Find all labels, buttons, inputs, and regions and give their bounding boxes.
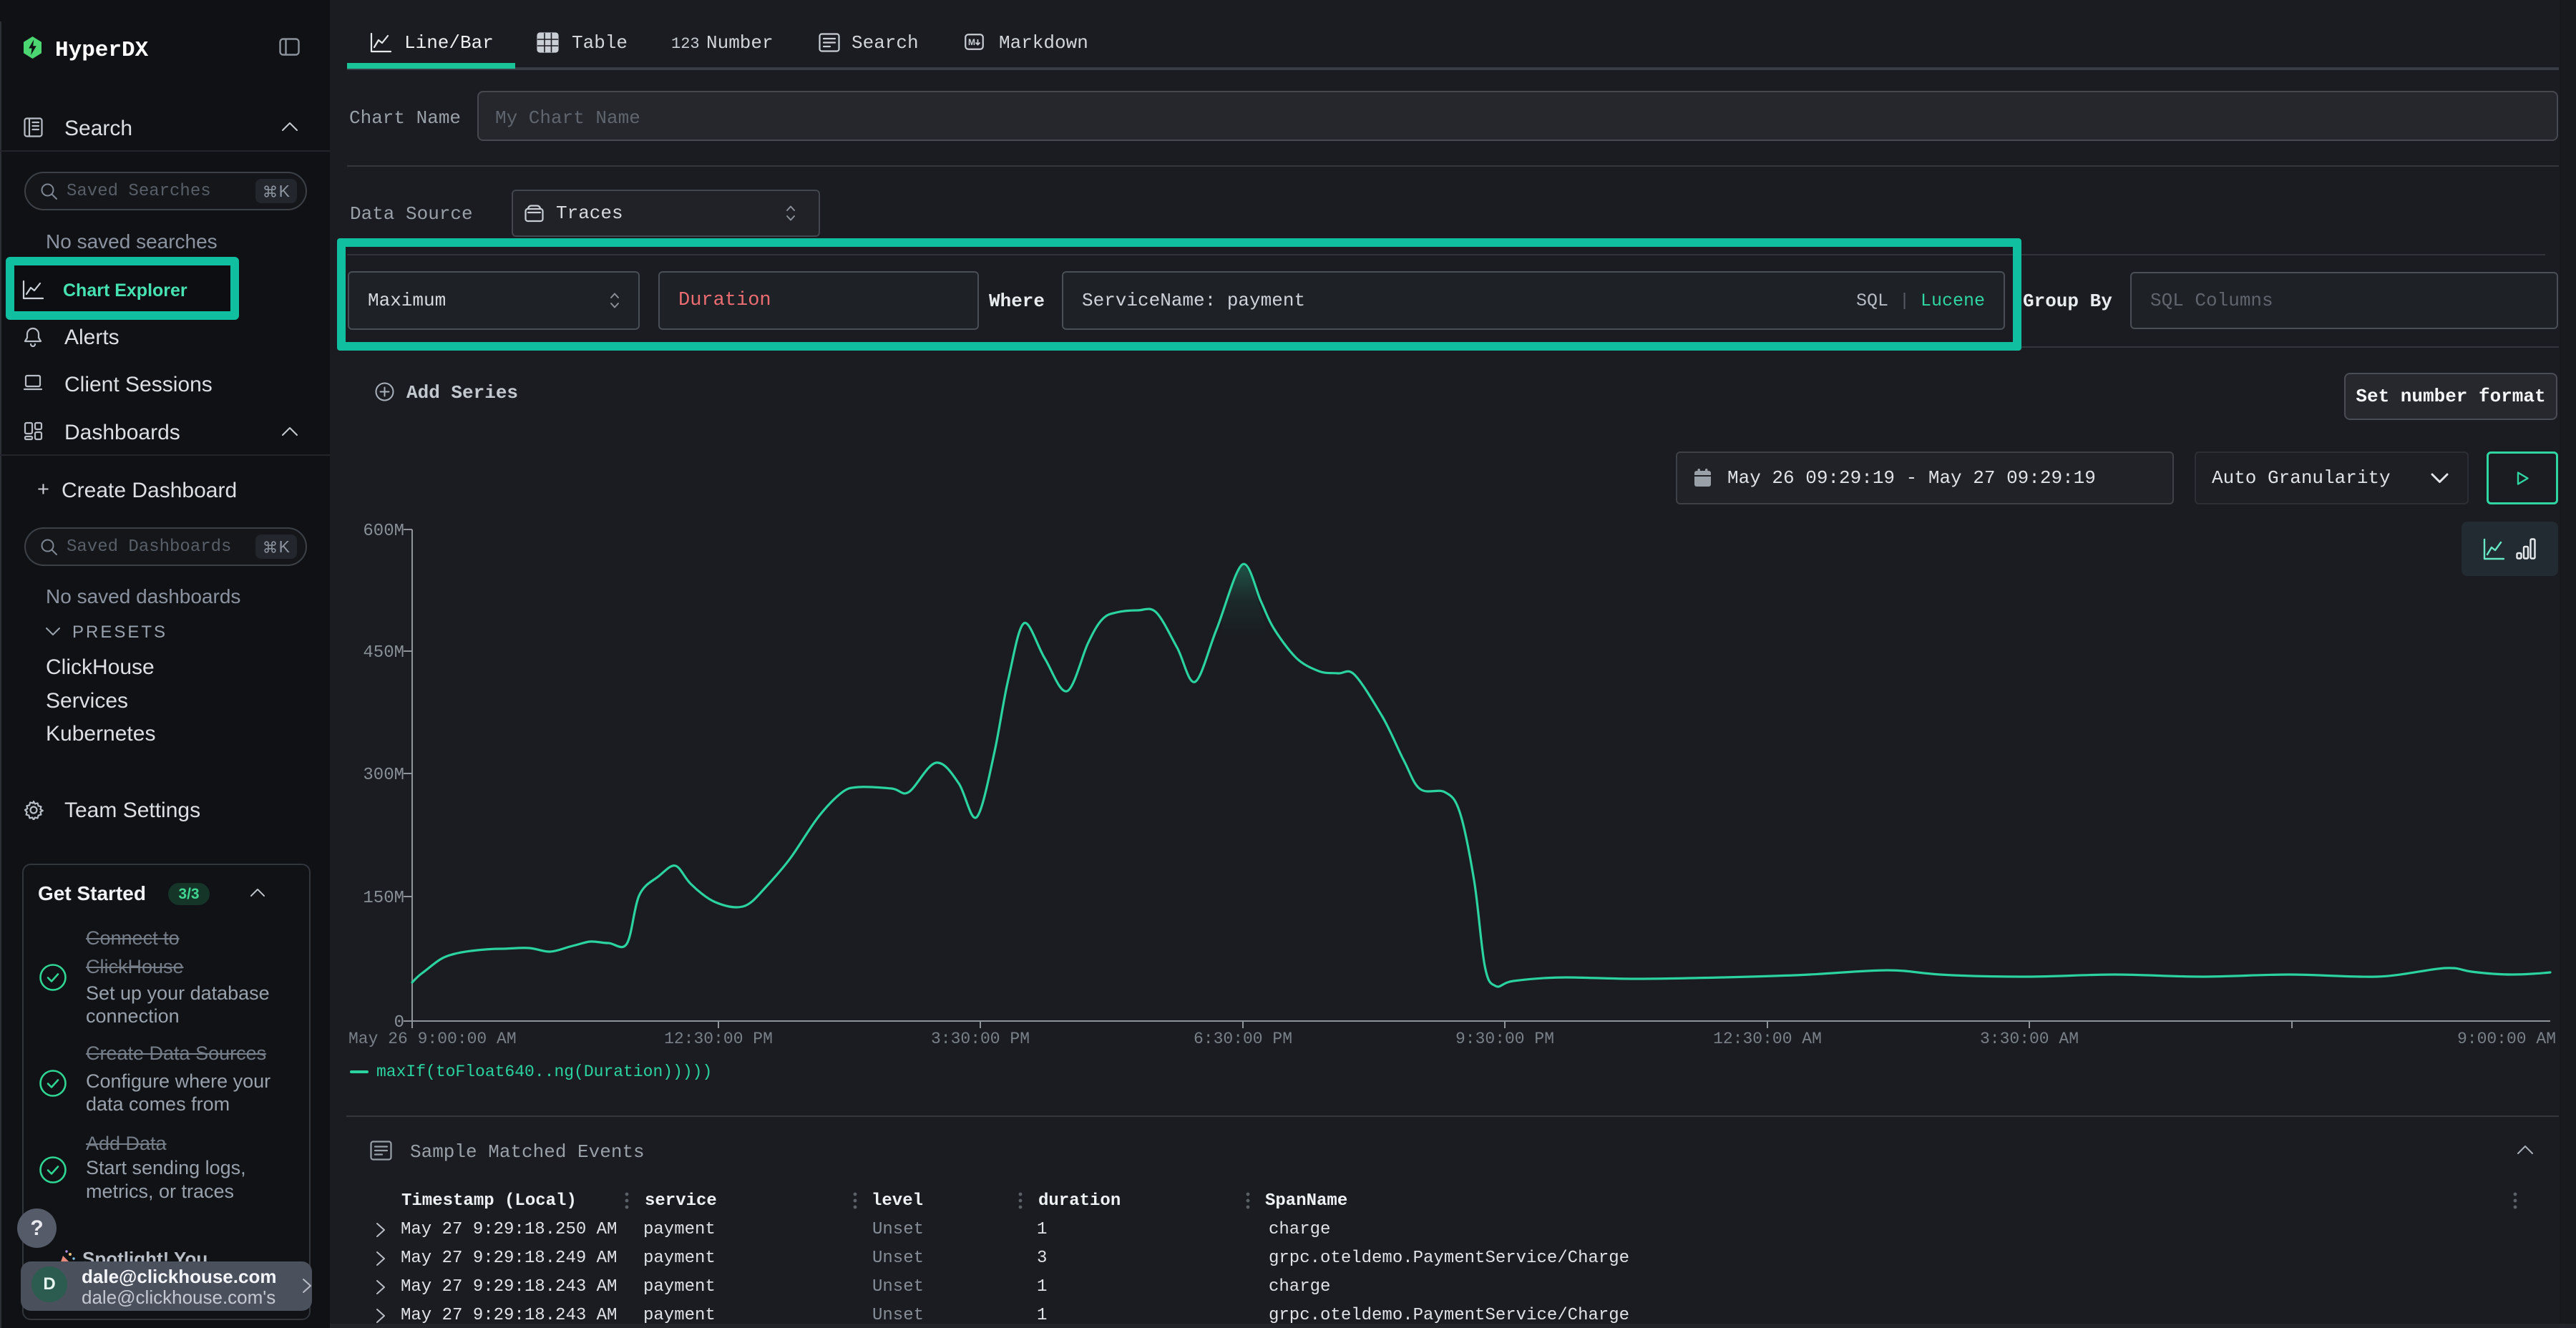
svg-text:150M: 150M [363,889,404,908]
svg-text:450M: 450M [363,643,404,663]
svg-text:3:30:00 AM: 3:30:00 AM [1980,1030,2079,1048]
svg-text:9:00:00 AM: 9:00:00 AM [2457,1030,2556,1048]
svg-text:600M: 600M [363,522,404,541]
svg-text:300M: 300M [363,766,404,785]
svg-text:3:30:00 PM: 3:30:00 PM [931,1030,1030,1048]
svg-text:6:30:00 PM: 6:30:00 PM [1194,1030,1292,1048]
svg-text:M: M [968,37,975,47]
svg-text:12:30:00 AM: 12:30:00 AM [1713,1030,1822,1048]
svg-text:12:30:00 PM: 12:30:00 PM [664,1030,773,1048]
svg-text:May 26 9:00:00 AM: May 26 9:00:00 AM [348,1030,517,1048]
svg-text:9:30:00 PM: 9:30:00 PM [1455,1030,1554,1048]
